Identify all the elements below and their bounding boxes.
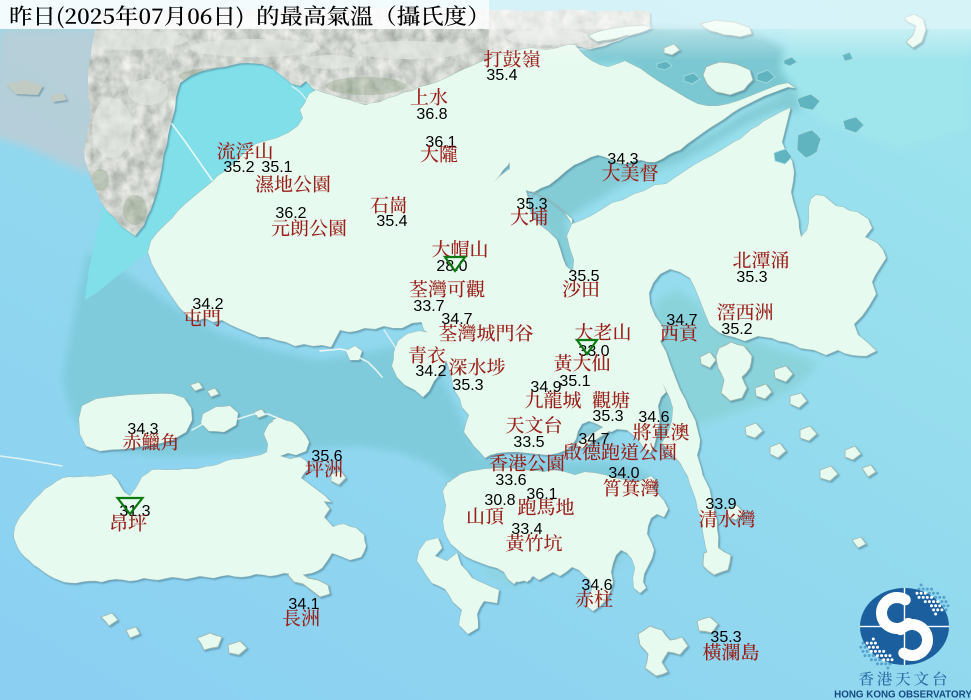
svg-text:30.8: 30.8 — [484, 492, 515, 509]
svg-text:34.6: 34.6 — [638, 409, 669, 426]
svg-text:36.2: 36.2 — [275, 205, 306, 222]
svg-text:34.7: 34.7 — [441, 311, 472, 328]
svg-text:35.3: 35.3 — [710, 629, 741, 646]
svg-text:34.3: 34.3 — [607, 151, 638, 168]
svg-text:36.1: 36.1 — [526, 486, 557, 503]
svg-text:35.4: 35.4 — [376, 213, 407, 230]
svg-text:35.3: 35.3 — [452, 377, 483, 394]
svg-text:34.6: 34.6 — [581, 577, 612, 594]
svg-text:33.5: 33.5 — [513, 434, 544, 451]
svg-text:35.1: 35.1 — [261, 159, 292, 176]
svg-text:33.6: 33.6 — [495, 472, 526, 489]
svg-text:35.6: 35.6 — [311, 448, 342, 465]
svg-text:35.3: 35.3 — [736, 269, 767, 286]
svg-text:36.8: 36.8 — [416, 106, 447, 123]
svg-text:35.2: 35.2 — [721, 321, 752, 338]
svg-text:HONG KONG OBSERVATORY: HONG KONG OBSERVATORY — [834, 690, 971, 700]
svg-text:35.1: 35.1 — [559, 373, 590, 390]
svg-text:35.2: 35.2 — [223, 159, 254, 176]
svg-text:33.7: 33.7 — [413, 298, 444, 315]
svg-text:35.3: 35.3 — [592, 408, 623, 425]
svg-text:34.0: 34.0 — [608, 465, 639, 482]
svg-text:34.2: 34.2 — [415, 363, 446, 380]
svg-text:33.4: 33.4 — [511, 521, 542, 538]
svg-text:35.4: 35.4 — [486, 67, 517, 84]
